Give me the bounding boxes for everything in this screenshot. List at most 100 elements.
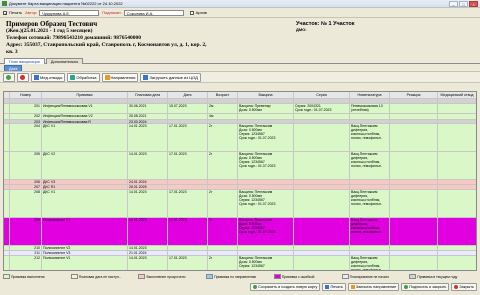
maximize-button[interactable]: □ [459, 0, 468, 7]
col-header-date[interactable]: Дата [168, 92, 208, 98]
legend: Прививка выполнена Плановая дата не насту… [3, 273, 477, 280]
bottom-bar: Сохранить и создать новую карту Печать З… [3, 282, 477, 292]
col-header-age[interactable]: Возраст [208, 92, 238, 98]
cell-med-otvod [438, 256, 476, 270]
plus-icon [6, 74, 11, 80]
sign-close-button[interactable]: Подписать и закрыть [401, 283, 450, 291]
legend-label: Прививка по направлению [214, 274, 257, 279]
send-icon [350, 285, 355, 289]
cell-age: 2г [208, 218, 238, 245]
med-otvod-button[interactable]: Мед.отводы [31, 72, 66, 82]
cell-vaccination: Инфекция/Пневмококковая V2 [42, 114, 128, 119]
send-direction-button[interactable]: Записать направление [347, 283, 400, 291]
cell-plan-date: 14.01.2023 [128, 124, 168, 151]
col-header-vaccine[interactable]: Вакцина [238, 92, 294, 98]
cell-number: 203 [10, 120, 42, 123]
author-field[interactable]: Чукрунова А.Е. [39, 9, 100, 16]
col-header-number[interactable]: Номер [10, 92, 42, 98]
cell-series [294, 251, 350, 255]
cell-reaction [390, 152, 438, 179]
cell-age: 2г [208, 256, 238, 270]
cell-reaction [390, 246, 438, 250]
print-checkbox[interactable] [3, 10, 7, 15]
load-cod-button[interactable]: Загрузить данные из ЦОД [140, 72, 201, 82]
table-row[interactable]: 201 Инфекция/Пневмококковая V1 30.06.2021 1… [4, 104, 476, 114]
cell-date [168, 120, 208, 123]
legend-swatch [70, 274, 78, 279]
cell-series [294, 190, 350, 217]
table-row[interactable]: 208 ДКС V1 14.01.2023 17.01.2023 2г Вакцина: … [4, 190, 476, 218]
cell-vaccine [238, 185, 294, 189]
close-button[interactable]: Закрыть [451, 283, 477, 291]
legend-swatch [206, 274, 214, 279]
cell-age: 2г [208, 124, 238, 151]
archive-checkbox[interactable] [189, 10, 194, 15]
author-label: Автор: [25, 10, 38, 15]
cell-number: 212 [10, 256, 42, 270]
signed-field[interactable]: Соколова И.А. [123, 9, 184, 16]
cell-age: 4м [208, 114, 238, 119]
cell-number: 201 [10, 104, 42, 113]
direction-button[interactable]: Направления [101, 72, 139, 82]
col-header-reaction[interactable]: Реакция [390, 92, 438, 98]
cell-date [168, 180, 208, 184]
minimize-button[interactable]: – [449, 0, 458, 7]
vaccination-grid[interactable]: Номер Прививка Плановая дата Дата Возрас… [3, 91, 477, 271]
cell-med-otvod [438, 190, 476, 217]
col-header-nomenclature[interactable]: Номенклатура [350, 92, 390, 98]
archive-label: Архив [195, 10, 207, 15]
main-tabs: План вакцинации Дополнительно [0, 58, 480, 64]
legend-label: Прививка в текущем году [417, 274, 458, 279]
cell-med-otvod [438, 246, 476, 250]
grid-body: 201 Инфекция/Пневмококковая V1 30.06.2021 1… [4, 99, 476, 270]
cell-series [294, 99, 350, 103]
legend-swatch [273, 274, 281, 279]
patient-apartment: кв. 3 [6, 49, 18, 55]
col-header-series[interactable]: Серия [294, 92, 350, 98]
cell-med-otvod [438, 114, 476, 119]
app-icon [2, 1, 7, 6]
table-row[interactable]: 204 ДКС V1 14.01.2023 17.01.2023 2г Вакцина: … [4, 124, 476, 152]
legend-swatch [409, 274, 417, 279]
processing-button[interactable]: Обработка [67, 72, 100, 82]
cell-plan-date: 26.01.2025 [128, 185, 168, 189]
legend-swatch [341, 274, 349, 279]
cell-number: 210 [10, 246, 42, 250]
tab-vaccination-plan[interactable]: План вакцинации [4, 58, 45, 64]
cell-reaction [390, 104, 438, 113]
cell-plan-date: 30.06.2021 [128, 104, 168, 113]
legend-swatch [3, 274, 10, 279]
col-header-plan-date[interactable]: Плановая дата [128, 92, 168, 98]
cell-med-otvod [438, 120, 476, 123]
send-direction-label: Записать направление [355, 285, 397, 289]
cell-med-otvod [438, 185, 476, 189]
cell-age: 2г [208, 152, 238, 179]
table-row[interactable]: 205 ДКС V2 14.01.2023 17.01.2023 2г Вакцина: … [4, 152, 476, 180]
cell-med-otvod [438, 180, 476, 184]
cell-age [208, 180, 238, 184]
legend-item: Планирование не начато [341, 273, 407, 280]
cell-plan-date: 21.01.2024 [128, 251, 168, 255]
table-row[interactable]: 212 Полиомиелит V1 14.01.2023 17.01.2023 2г В… [4, 256, 476, 270]
tab-additional[interactable]: Дополнительно [45, 58, 84, 64]
col-header-med-otvod[interactable]: Медицинский отвод [438, 92, 476, 98]
col-header-vaccination[interactable]: Прививка [42, 92, 128, 98]
patient-phone: Телефон сотовый: 79896543210 домашний: 9… [6, 35, 141, 41]
legend-label: Плановая дата не наступ... [78, 274, 122, 279]
cell-nomenclature: Вакц.Пентаксим дифтерия, коклюш,столбняк… [350, 256, 390, 270]
print-button[interactable]: Печать [322, 283, 346, 291]
tab-date[interactable]: Дата [4, 65, 23, 71]
direction-label: Направления [110, 74, 136, 80]
sign-close-label: Подписать и закрыть [409, 285, 447, 289]
remove-button[interactable] [17, 72, 29, 82]
cell-nomenclature [350, 246, 390, 250]
cell-vaccination: Полиомиелит V1 [42, 218, 128, 245]
cell-date: 17.01.2023 [168, 152, 208, 179]
grid-toolbar: Мед.отводы Обработка Направления Загрузи… [0, 71, 480, 83]
cell-date [168, 185, 208, 189]
add-button[interactable] [3, 72, 15, 82]
download-icon [143, 74, 149, 80]
table-row[interactable]: 209 Полиомиелит V1 14.01.2023 17.01.2023 2г В… [4, 218, 476, 246]
close-window-button[interactable]: × [469, 0, 478, 7]
save-new-button[interactable]: Сохранить и создать новую карту [250, 283, 321, 291]
